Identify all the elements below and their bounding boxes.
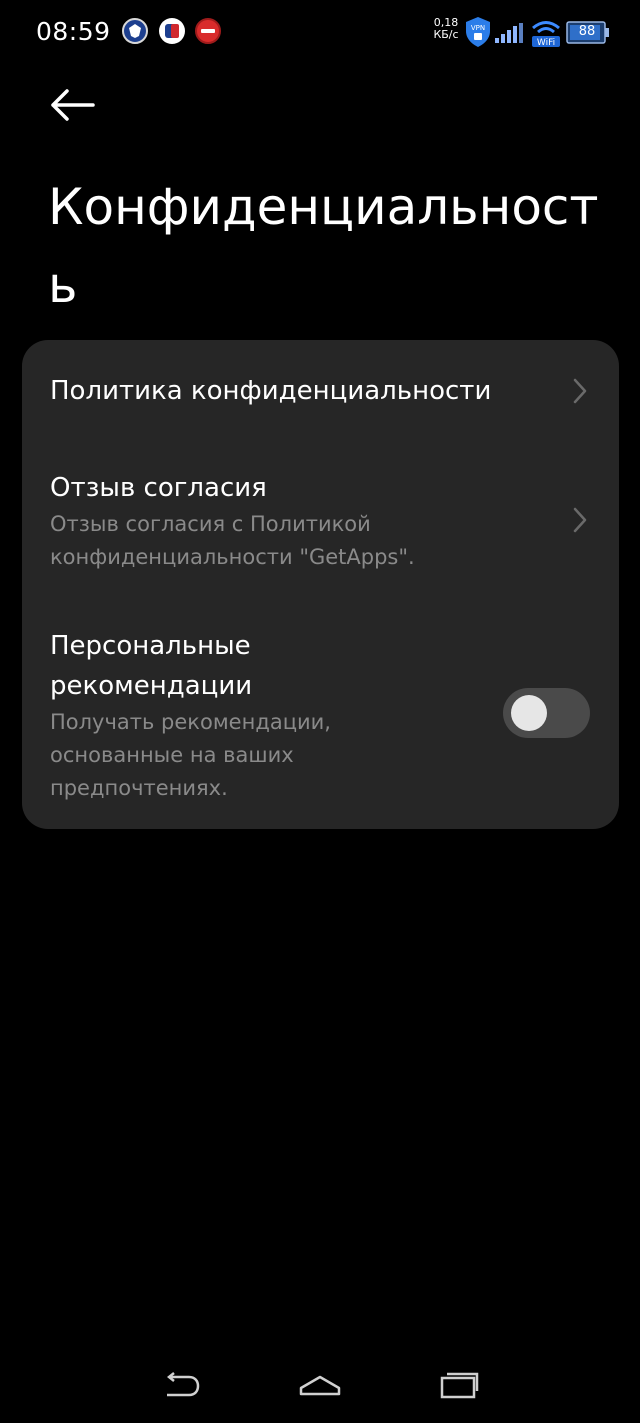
navigation-bar bbox=[0, 1350, 640, 1423]
consent-withdrawal-subtitle: Отзыв согласия с Политикой конфиденциаль… bbox=[50, 512, 415, 569]
nav-recents-button[interactable] bbox=[434, 1365, 484, 1405]
network-speed-unit: КБ/с bbox=[433, 28, 459, 41]
status-bar: 08:59 0,18 КБ/с VPN WiFi 88 bbox=[0, 0, 640, 66]
battery-level: 88 bbox=[578, 24, 596, 39]
consent-withdrawal-item[interactable]: Отзыв согласия Отзыв согласия с Политико… bbox=[22, 448, 619, 588]
wifi-icon: WiFi bbox=[532, 21, 560, 48]
arrow-left-icon bbox=[51, 89, 95, 121]
personal-recommendations-toggle[interactable] bbox=[503, 688, 590, 738]
privacy-policy-title: Политика конфиденциальности bbox=[50, 376, 492, 406]
page-title: Конфиденциальность bbox=[48, 178, 599, 314]
status-time: 08:59 bbox=[36, 17, 111, 46]
settings-card: Политика конфиденциальности Отзыв соглас… bbox=[22, 340, 619, 829]
consent-withdrawal-title: Отзыв согласия bbox=[50, 473, 267, 503]
nav-home-button[interactable] bbox=[295, 1365, 345, 1405]
nav-back-button[interactable] bbox=[156, 1365, 206, 1405]
privacy-screen: 08:59 0,18 КБ/с VPN WiFi 88 Конфиденциал… bbox=[0, 0, 640, 1423]
vpn-icon: VPN bbox=[466, 17, 490, 47]
back-button[interactable] bbox=[42, 80, 102, 130]
app-notification-icon-2 bbox=[159, 18, 185, 44]
back-nav-icon bbox=[166, 1372, 200, 1397]
network-speed: 0,18 КБ/с bbox=[431, 17, 461, 41]
chevron-right-icon bbox=[573, 378, 587, 404]
privacy-policy-item[interactable]: Политика конфиденциальности bbox=[22, 340, 619, 440]
app-notification-icon-1 bbox=[122, 18, 148, 44]
home-nav-icon bbox=[299, 1375, 341, 1396]
personal-recommendations-subtitle: Получать рекомендации, основанные на ваш… bbox=[50, 710, 331, 800]
svg-text:WiFi: WiFi bbox=[537, 38, 555, 48]
svg-text:VPN: VPN bbox=[471, 24, 485, 32]
recents-nav-icon bbox=[440, 1372, 479, 1399]
chevron-right-icon bbox=[573, 507, 587, 533]
personal-recommendations-title: Персональные рекомендации bbox=[50, 631, 253, 701]
toggle-knob bbox=[511, 695, 547, 731]
signal-icon bbox=[495, 23, 523, 43]
app-notification-icon-3 bbox=[195, 18, 221, 44]
